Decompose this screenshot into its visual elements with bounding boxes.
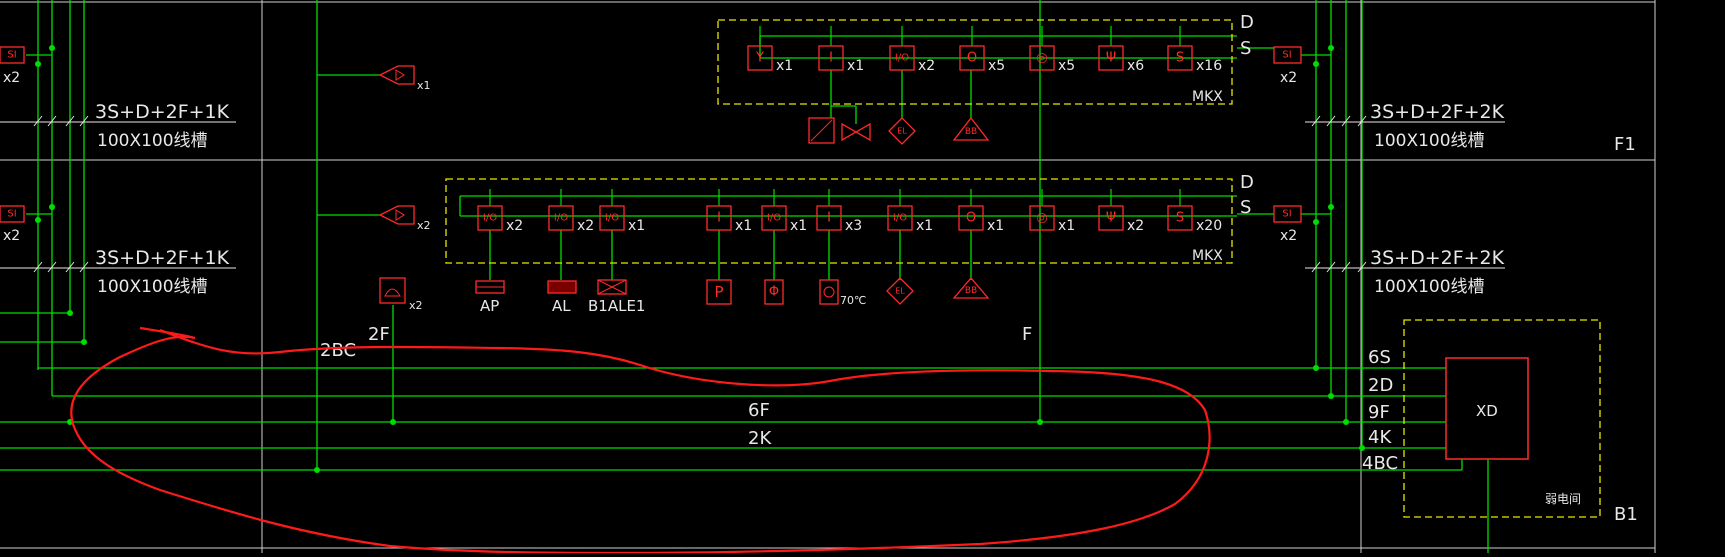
label-9f: 9F	[1368, 402, 1390, 423]
cad-drawing: XD 弱电间 SI x2 SI x2 SI x2 SI x2 x1 x2 x2 …	[0, 0, 1725, 555]
io-module-icon-glyph: I/O	[605, 213, 619, 224]
lamp-box-label: B1ALE1	[588, 297, 645, 315]
alarm-bell-lower-label: BB	[965, 286, 977, 296]
left-cable-lower: 3S+D+2F+1K	[95, 247, 230, 269]
floor-label-f1: F1	[1614, 134, 1636, 155]
left-cable-upper: 3S+D+2F+1K	[95, 101, 230, 123]
io-module-icon-glyph: I/O	[483, 213, 497, 224]
floor-label-b1: B1	[1614, 504, 1638, 525]
output-module-icon-glyph: O	[967, 51, 977, 66]
mkx-lower-label: MKX	[1192, 248, 1223, 264]
right-tray-upper: 100X100线槽	[1374, 131, 1485, 151]
label-4k: 4K	[1368, 427, 1392, 448]
power-panel-label: AP	[480, 297, 499, 315]
mkx-upper-s: S	[1240, 38, 1251, 59]
label-2k: 2K	[748, 428, 772, 449]
mkx-lower-qty-5: x1	[790, 218, 807, 234]
si-left-upper-qty: x2	[3, 70, 20, 86]
emergency-light-lower-label: EL	[895, 287, 905, 296]
lighting-panel-label: AL	[552, 297, 571, 315]
speaker-lower-qty: x2	[417, 219, 431, 232]
mkx-lower-d: D	[1240, 172, 1254, 193]
io-module-icon-glyph: I/O	[895, 53, 909, 64]
mkx-upper-label: MKX	[1192, 89, 1223, 105]
right-cable-upper: 3S+D+2F+2K	[1370, 101, 1505, 123]
output-module-icon-glyph: O	[966, 211, 976, 226]
fire-damper-70-label: 70℃	[840, 294, 866, 307]
left-tray-upper: 100X100线槽	[97, 131, 208, 151]
si-right-lower-qty: x2	[1280, 228, 1297, 244]
mkx-lower-qty-10: x2	[1127, 218, 1144, 234]
si-right-upper-label: SI	[1282, 50, 1291, 61]
manual-alarm-icon-glyph: ◎	[1036, 51, 1047, 66]
mkx-upper-qty-2: x1	[847, 58, 864, 74]
mkx-lower-qty-4: x1	[735, 218, 752, 234]
mkx-upper-qty-5: x5	[1058, 58, 1075, 74]
mkx-lower-qty-11: x20	[1196, 218, 1222, 234]
label-2bc: 2BC	[320, 340, 356, 361]
flow-switch-label: Φ	[769, 285, 779, 300]
si-left-upper-label: SI	[7, 50, 16, 61]
speaker-upper-qty: x1	[417, 79, 431, 92]
mkx-upper-qty-6: x6	[1127, 58, 1144, 74]
pressure-switch-label: P	[714, 283, 723, 301]
io-module-icon-glyph: I/O	[893, 213, 907, 224]
fire-alarm-riser-diagram: XD 弱电间 SI x2 SI x2 SI x2 SI x2 x1 x2 x2 …	[0, 0, 1725, 555]
mkx-lower-qty-7: x1	[916, 218, 933, 234]
smoke-detector-icon-glyph: S	[1176, 51, 1184, 66]
xd-label: XD	[1476, 402, 1498, 420]
mkx-lower-qty-8: x1	[987, 218, 1004, 234]
telephone-qty: x2	[409, 299, 423, 312]
heat-detector-icon-glyph: Ψ	[1106, 211, 1116, 226]
label-6s: 6S	[1368, 347, 1391, 368]
mkx-lower-qty-1: x2	[506, 218, 523, 234]
si-right-lower-label: SI	[1282, 209, 1291, 220]
input-module-icon-glyph: I	[717, 211, 721, 226]
si-right-upper-qty: x2	[1280, 70, 1297, 86]
mkx-upper-qty-7: x16	[1196, 58, 1222, 74]
alarm-bell-upper-label: BB	[965, 127, 977, 137]
mkx-lower-qty-2: x2	[577, 218, 594, 234]
heat-detector-icon-glyph: Ψ	[1106, 51, 1116, 66]
input-module-icon-glyph: I	[827, 211, 831, 226]
label-4bc: 4BC	[1362, 453, 1398, 474]
mkx-upper-d: D	[1240, 12, 1254, 33]
xd-room-label: 弱电间	[1545, 492, 1581, 506]
smoke-detector-icon-glyph: Y	[755, 51, 764, 66]
left-tray-lower: 100X100线槽	[97, 277, 208, 297]
mkx-upper-qty-3: x2	[918, 58, 935, 74]
input-module-icon-glyph: I	[829, 51, 833, 66]
emergency-light-upper-label: EL	[897, 127, 907, 136]
label-2f: 2F	[368, 324, 390, 345]
mkx-upper-qty-4: x5	[988, 58, 1005, 74]
io-module-icon-glyph: I/O	[767, 213, 781, 224]
lighting-panel-icon	[547, 280, 577, 294]
label-f: F	[1022, 324, 1032, 345]
mkx-lower-qty-9: x1	[1058, 218, 1075, 234]
si-left-lower-qty: x2	[3, 228, 20, 244]
smoke-detector-icon-glyph: S	[1176, 211, 1184, 226]
manual-alarm-icon-glyph: ◎	[1036, 211, 1047, 226]
mkx-lower-qty-3: x1	[628, 218, 645, 234]
right-tray-lower: 100X100线槽	[1374, 277, 1485, 297]
mkx-lower-s: S	[1240, 197, 1251, 218]
label-6f: 6F	[748, 400, 770, 421]
label-2d: 2D	[1368, 375, 1393, 396]
mkx-upper-qty-1: x1	[776, 58, 793, 74]
si-left-lower-label: SI	[7, 209, 16, 220]
mkx-lower-qty-6: x3	[845, 218, 862, 234]
io-module-icon-glyph: I/O	[554, 213, 568, 224]
right-cable-lower: 3S+D+2F+2K	[1370, 247, 1505, 269]
